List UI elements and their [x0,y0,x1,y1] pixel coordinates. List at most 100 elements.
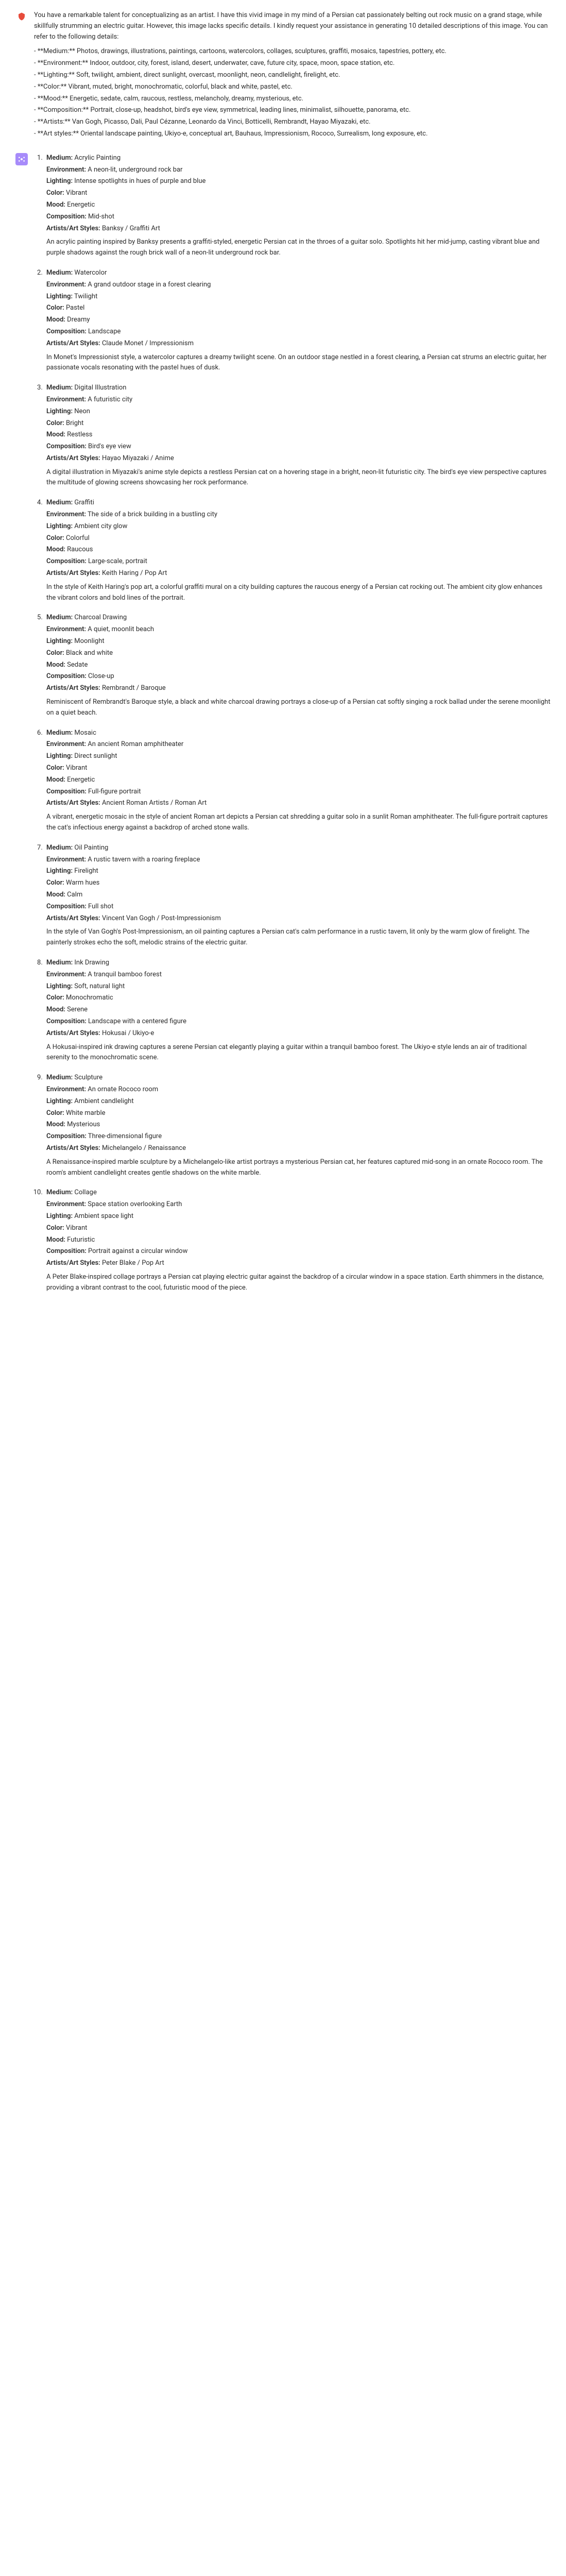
medium-label: Medium: [46,844,73,852]
user-message: You have a remarkable talent for concept… [15,10,551,141]
artists-field: Artists/Art Styles: Keith Haring / Pop A… [46,568,551,579]
mood-value: Calm [65,891,82,899]
color-field: Color: Bright [46,418,551,429]
medium-label: Medium: [46,1074,73,1081]
medium-value: Graffiti [73,499,94,506]
mood-field: Mood: Energetic [46,775,551,786]
color-field: Color: Monochromatic [46,993,551,1004]
description-text: In Monet's Impressionist style, a waterc… [46,352,551,374]
environment-value: A tranquil bamboo forest [86,971,162,978]
artists-field: Artists/Art Styles: Banksy / Graffiti Ar… [46,224,551,234]
ai-icon [18,155,26,163]
medium-field: Medium: Acrylic Painting [46,153,551,164]
environment-label: Environment: [46,971,86,978]
lighting-value: Firelight [73,867,98,875]
medium-label: Medium: [46,614,73,621]
medium-value: Mosaic [73,729,96,737]
artists-value: Rembrandt / Baroque [100,684,166,692]
color-label: Color: [46,1109,64,1117]
color-value: Monochromatic [64,994,113,1002]
medium-label: Medium: [46,729,73,737]
mood-field: Mood: Futuristic [46,1235,551,1246]
lighting-field: Lighting: Intense spotlights in hues of … [46,176,551,187]
bullet-item: - **Composition:** Portrait, close-up, h… [34,105,551,116]
color-value: Bright [64,419,84,427]
description-item: Medium: Charcoal DrawingEnvironment: A q… [44,613,551,718]
environment-field: Environment: A rustic tavern with a roar… [46,855,551,866]
mood-field: Mood: Calm [46,890,551,901]
medium-field: Medium: Mosaic [46,728,551,739]
composition-value: Full-figure portrait [87,788,141,795]
description-item: Medium: WatercolorEnvironment: A grand o… [44,268,551,374]
environment-label: Environment: [46,511,86,518]
user-intro: You have a remarkable talent for concept… [34,10,551,42]
mood-label: Mood: [46,201,65,209]
mood-label: Mood: [46,776,65,784]
color-label: Color: [46,1224,64,1232]
color-field: Color: White marble [46,1108,551,1119]
medium-value: Charcoal Drawing [73,614,127,621]
description-item: Medium: GraffitiEnvironment: The side of… [44,498,551,603]
medium-field: Medium: Graffiti [46,498,551,509]
artists-label: Artists/Art Styles: [46,914,100,922]
color-field: Color: Black and white [46,648,551,659]
user-avatar [15,10,28,23]
composition-label: Composition: [46,903,87,910]
environment-label: Environment: [46,856,86,863]
environment-field: Environment: A tranquil bamboo forest [46,970,551,980]
composition-value: Close-up [87,672,114,680]
user-bullets: - **Medium:** Photos, drawings, illustra… [34,46,551,139]
color-field: Color: Warm hues [46,878,551,889]
lighting-value: Soft, natural light [73,982,125,990]
mood-field: Mood: Sedate [46,660,551,671]
color-label: Color: [46,994,64,1002]
mood-value: Restless [65,431,93,438]
artists-field: Artists/Art Styles: Ancient Roman Artist… [46,798,551,809]
composition-value: Large-scale, portrait [87,557,147,565]
medium-field: Medium: Ink Drawing [46,958,551,969]
bullet-item: - **Environment:** Indoor, outdoor, city… [34,58,551,69]
description-text: In the style of Van Gogh's Post-Impressi… [46,927,551,948]
description-text: A Hokusai-inspired ink drawing captures … [46,1042,551,1064]
artists-label: Artists/Art Styles: [46,225,100,232]
environment-field: Environment: An ornate Rococo room [46,1084,551,1095]
environment-value: The side of a brick building in a bustli… [86,511,217,518]
composition-field: Composition: Full-figure portrait [46,787,551,798]
mood-label: Mood: [46,891,65,899]
bullet-item: - **Color:** Vibrant, muted, bright, mon… [34,82,551,93]
artists-value: Banksy / Graffiti Art [100,225,160,232]
medium-field: Medium: Oil Painting [46,843,551,854]
artists-field: Artists/Art Styles: Hokusai / Ukiyo-e [46,1028,551,1039]
lighting-value: Moonlight [73,637,105,645]
environment-field: Environment: A neon-lit, underground roc… [46,165,551,176]
artists-field: Artists/Art Styles: Hayao Miyazaki / Ani… [46,453,551,464]
artists-value: Michelangelo / Renaissance [100,1144,186,1152]
composition-value: Mid-shot [87,213,114,221]
description-item: Medium: Oil PaintingEnvironment: A rusti… [44,843,551,948]
medium-value: Acrylic Painting [73,154,121,162]
mood-field: Mood: Raucous [46,545,551,555]
composition-label: Composition: [46,788,87,795]
color-field: Color: Vibrant [46,763,551,774]
user-content: You have a remarkable talent for concept… [34,10,551,141]
environment-value: Space station overlooking Earth [86,1200,182,1208]
environment-field: Environment: A grand outdoor stage in a … [46,280,551,291]
medium-field: Medium: Watercolor [46,268,551,279]
description-item: Medium: SculptureEnvironment: An ornate … [44,1073,551,1178]
artists-value: Vincent Van Gogh / Post-Impressionism [100,914,221,922]
environment-value: A futuristic city [86,396,132,403]
environment-field: Environment: The side of a brick buildin… [46,510,551,520]
color-label: Color: [46,649,64,657]
environment-value: A quiet, moonlit beach [86,625,154,633]
ai-content: Medium: Acrylic PaintingEnvironment: A n… [34,153,551,1303]
artists-value: Claude Monet / Impressionism [100,340,194,347]
color-label: Color: [46,419,64,427]
mood-value: Energetic [65,776,95,784]
artists-value: Peter Blake / Pop Art [100,1259,164,1267]
composition-value: Full shot [87,903,114,910]
artists-field: Artists/Art Styles: Peter Blake / Pop Ar… [46,1258,551,1269]
color-value: Vibrant [64,189,88,197]
composition-field: Composition: Bird's eye view [46,442,551,452]
description-item: Medium: Digital IllustrationEnvironment:… [44,383,551,488]
medium-label: Medium: [46,1189,73,1196]
